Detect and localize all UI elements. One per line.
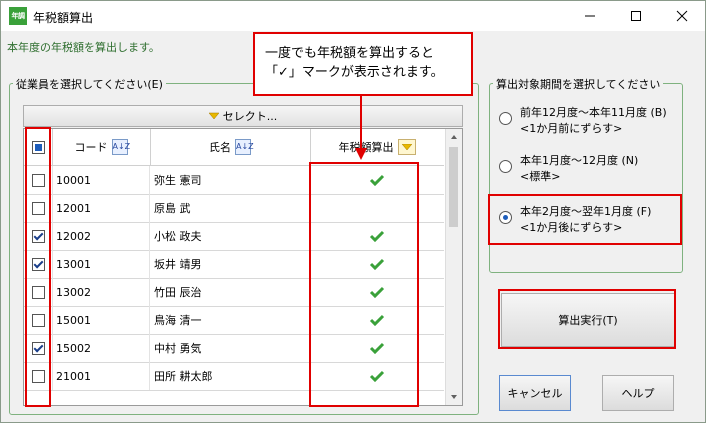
period-option-label[interactable]: 本年1月度～12月度 (N) <標準> — [520, 153, 638, 185]
execute-button-highlight — [498, 289, 676, 349]
app-icon: 年調 — [9, 7, 27, 25]
period-option-line1: 本年1月度～12月度 (N) — [520, 154, 639, 167]
employee-group-label: 従業員を選択してください(E) — [13, 76, 166, 92]
close-icon — [676, 10, 688, 22]
callout-line-1: 一度でも年税額を算出すると — [265, 46, 435, 61]
table-header: コード A↓Z 氏名 A↓Z 年税額算出 — [24, 129, 444, 166]
triangle-down-icon — [208, 112, 219, 120]
main-window: 年調 年税額算出 本年度の年税額を算出します。 従業員を選択してください(E) … — [0, 0, 706, 423]
select-button-label: セレクト... — [222, 110, 278, 123]
checkbox-column-highlight — [25, 127, 51, 407]
name-cell: 鳥海 清一 — [150, 306, 310, 334]
name-cell: 竹田 辰治 — [150, 278, 310, 306]
select-button[interactable]: セレクト... — [23, 105, 463, 127]
help-button-label: ヘルプ — [621, 387, 655, 400]
description-text: 本年度の年税額を算出します。 — [7, 41, 160, 54]
code-cell: 15002 — [52, 334, 150, 362]
minimize-button[interactable] — [567, 1, 613, 31]
period-radio[interactable] — [499, 160, 512, 173]
scrollbar-thumb[interactable] — [449, 147, 458, 227]
code-cell: 13002 — [52, 278, 150, 306]
scroll-up-icon[interactable] — [446, 131, 462, 143]
sort-icon[interactable]: A↓Z — [111, 139, 130, 155]
code-cell: 15001 — [52, 306, 150, 334]
header-code-label: コード — [74, 141, 108, 154]
title-bar: 年調 年税額算出 — [1, 1, 705, 31]
period-option-label[interactable]: 前年12月度～本年11月度 (B) <1か月前にずらす> — [520, 105, 667, 137]
header-name[interactable]: 氏名 A↓Z — [150, 129, 311, 165]
name-cell: 中村 勇気 — [150, 334, 310, 362]
period-option-line2: <標準> — [520, 170, 561, 183]
window-title: 年税額算出 — [33, 11, 94, 25]
period-group-label: 算出対象期間を選択してください — [493, 76, 664, 92]
period-option-line2: <1か月前にずらす> — [520, 122, 623, 135]
scroll-down-icon[interactable] — [446, 391, 462, 403]
name-cell: 弥生 憲司 — [150, 166, 310, 194]
code-cell: 12002 — [52, 222, 150, 250]
callout-arrow-icon — [355, 96, 367, 160]
callout-line-2: 「✓」マークが表示されます。 — [265, 65, 444, 80]
period-radio[interactable] — [499, 112, 512, 125]
cancel-button-label: キャンセル — [507, 387, 563, 400]
filter-icon[interactable] — [397, 139, 416, 155]
close-button[interactable] — [659, 1, 705, 31]
help-button[interactable]: ヘルプ — [602, 375, 674, 411]
code-cell: 13001 — [52, 250, 150, 278]
cancel-button[interactable]: キャンセル — [499, 375, 571, 411]
code-cell: 12001 — [52, 194, 150, 222]
tax-column-highlight — [309, 162, 419, 407]
vertical-scrollbar[interactable] — [445, 129, 462, 405]
name-cell: 小松 政夫 — [150, 222, 310, 250]
selected-period-highlight — [488, 194, 682, 245]
header-code[interactable]: コード A↓Z — [52, 129, 151, 165]
name-cell: 坂井 靖男 — [150, 250, 310, 278]
name-cell: 田所 耕太郎 — [150, 362, 310, 390]
code-cell: 10001 — [52, 166, 150, 194]
code-cell: 21001 — [52, 362, 150, 390]
minimize-icon — [585, 15, 595, 17]
header-name-label: 氏名 — [209, 141, 231, 154]
header-tax[interactable]: 年税額算出 — [310, 129, 444, 165]
maximize-button[interactable] — [613, 1, 659, 31]
annotation-callout: 一度でも年税額を算出すると 「✓」マークが表示されます。 — [253, 32, 473, 96]
name-cell: 原島 武 — [150, 194, 310, 222]
period-option-line1: 前年12月度～本年11月度 (B) — [520, 106, 667, 119]
sort-icon[interactable]: A↓Z — [235, 139, 254, 155]
maximize-icon — [631, 11, 641, 21]
